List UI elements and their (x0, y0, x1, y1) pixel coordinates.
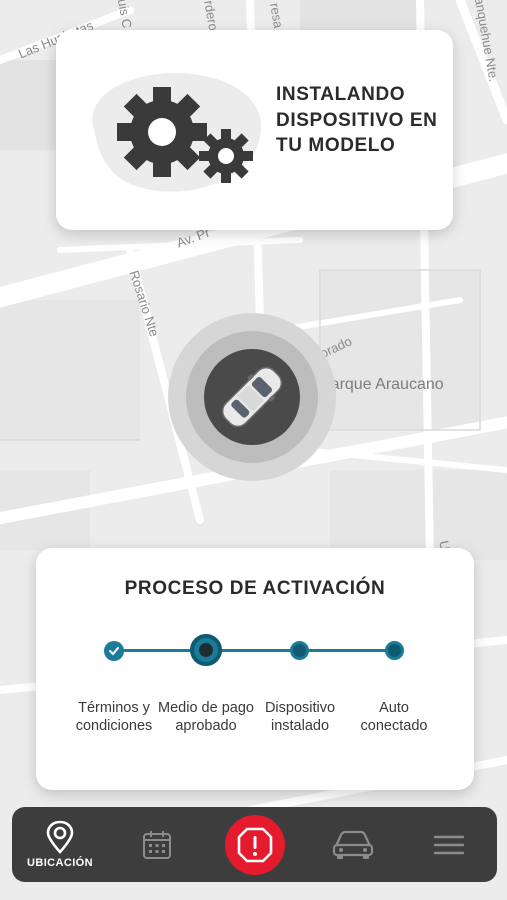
nav-item-location-label: UBICACIÓN (27, 857, 93, 869)
nav-item-calendar[interactable] (130, 807, 184, 882)
step-2-current-dot (190, 634, 222, 666)
check-icon (109, 647, 119, 656)
step-4-label: Auto conectado (360, 700, 428, 734)
alert-icon (237, 827, 273, 863)
install-status-card: INSTALANDO DISPOSITIVO EN TU MODELO (56, 30, 453, 230)
car-icon (332, 830, 374, 859)
step-2-label: Medio de pago aprobado (158, 700, 254, 734)
step-1-completed-dot (104, 641, 124, 661)
car-location-marker[interactable] (168, 313, 336, 481)
nav-item-location[interactable]: UBICACIÓN (18, 807, 102, 882)
menu-icon (433, 835, 465, 854)
location-pin-icon (46, 820, 74, 854)
map-place-label: Parque Araucano (320, 376, 444, 393)
progress-line (114, 649, 394, 652)
install-status-title: INSTALANDO DISPOSITIVO EN TU MODELO (276, 84, 438, 156)
activation-process-title: PROCESO DE ACTIVACIÓN (124, 578, 386, 599)
step-3-pending-dot (290, 641, 309, 660)
alert-button[interactable] (225, 815, 285, 875)
gears-icon (92, 73, 262, 192)
bottom-navigation-bar: UBICACIÓN (12, 807, 497, 882)
activation-process-card: PROCESO DE ACTIVACIÓN Términos y condici… (36, 548, 474, 790)
step-3-label: Dispositivo instalado (264, 700, 336, 734)
step-1-label: Términos y condiciones (75, 700, 153, 734)
nav-item-menu[interactable] (422, 807, 476, 882)
nav-item-car[interactable] (326, 807, 380, 882)
step-4-pending-dot (385, 641, 404, 660)
calendar-icon (143, 830, 171, 859)
